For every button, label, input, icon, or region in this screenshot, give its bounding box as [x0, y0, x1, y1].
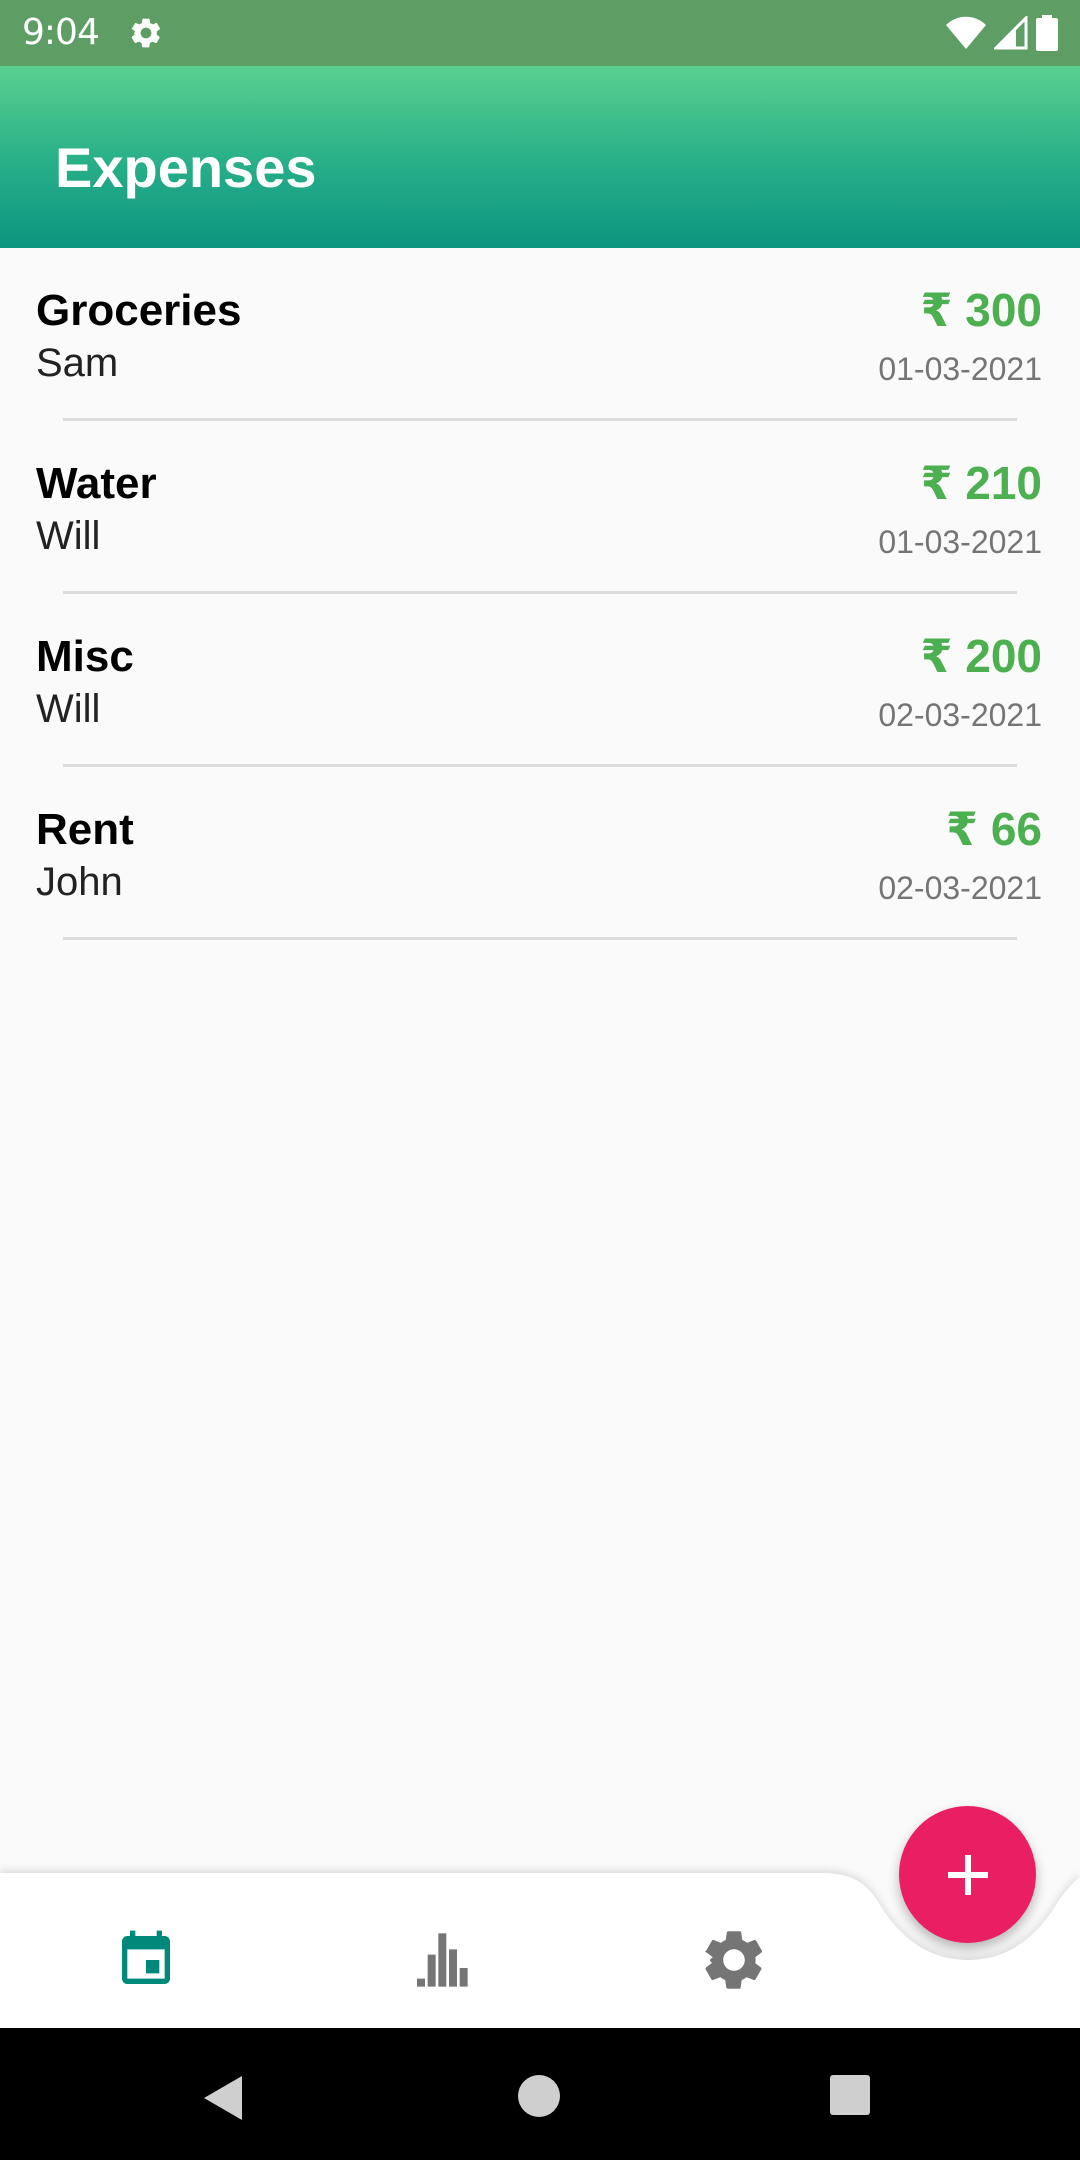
recents-icon[interactable]: [829, 2074, 871, 2116]
expense-person: Sam: [36, 341, 119, 385]
expense-row[interactable]: Water Will ₹ 210 01-03-2021: [0, 421, 1080, 594]
page-title: Expenses: [55, 136, 317, 199]
settings-icon: [705, 1931, 763, 1989]
add-expense-button[interactable]: [899, 1806, 1036, 1943]
expense-amount: ₹ 200: [920, 630, 1042, 682]
expense-date: 02-03-2021: [878, 870, 1042, 906]
calendar-icon: [122, 1930, 170, 1984]
plus-icon: [947, 1854, 988, 1895]
app-bar: Expenses: [0, 66, 1080, 248]
expense-title: Misc: [36, 632, 134, 681]
battery-icon: [1036, 15, 1058, 51]
expense-title: Rent: [36, 805, 134, 854]
expense-title: Water: [36, 459, 157, 508]
expense-date: 01-03-2021: [878, 351, 1042, 387]
expense-title: Groceries: [36, 286, 242, 335]
expense-amount: ₹ 66: [946, 803, 1042, 855]
expense-amount: ₹ 300: [920, 284, 1042, 336]
expense-person: John: [36, 860, 123, 904]
status-time: 9:04: [22, 12, 100, 53]
status-bar: 9:04: [0, 0, 1080, 66]
bar-chart-icon: [417, 1933, 468, 1987]
expense-date: 01-03-2021: [878, 524, 1042, 560]
expense-amount: ₹ 210: [920, 457, 1042, 509]
expense-person: Will: [36, 514, 101, 558]
nav-item-calendar[interactable]: [106, 1920, 186, 2000]
nav-item-settings[interactable]: [694, 1920, 774, 2000]
expense-row[interactable]: Misc Will ₹ 200 02-03-2021: [0, 594, 1080, 767]
nav-item-statistics[interactable]: [401, 1920, 481, 2000]
signal-icon: [994, 16, 1028, 50]
wifi-icon: [946, 16, 986, 49]
home-icon[interactable]: [517, 2074, 561, 2118]
back-icon[interactable]: [202, 2074, 246, 2122]
expense-person: Will: [36, 687, 101, 731]
status-icons: [946, 14, 1058, 52]
row-divider: [63, 937, 1017, 940]
expense-list: Groceries Sam ₹ 300 01-03-2021 Water Wil…: [0, 248, 1080, 940]
settings-icon: [131, 18, 161, 48]
expense-date: 02-03-2021: [878, 697, 1042, 733]
expense-row[interactable]: Rent John ₹ 66 02-03-2021: [0, 767, 1080, 940]
expense-row[interactable]: Groceries Sam ₹ 300 01-03-2021: [0, 248, 1080, 421]
system-nav-bar: [0, 2028, 1080, 2160]
